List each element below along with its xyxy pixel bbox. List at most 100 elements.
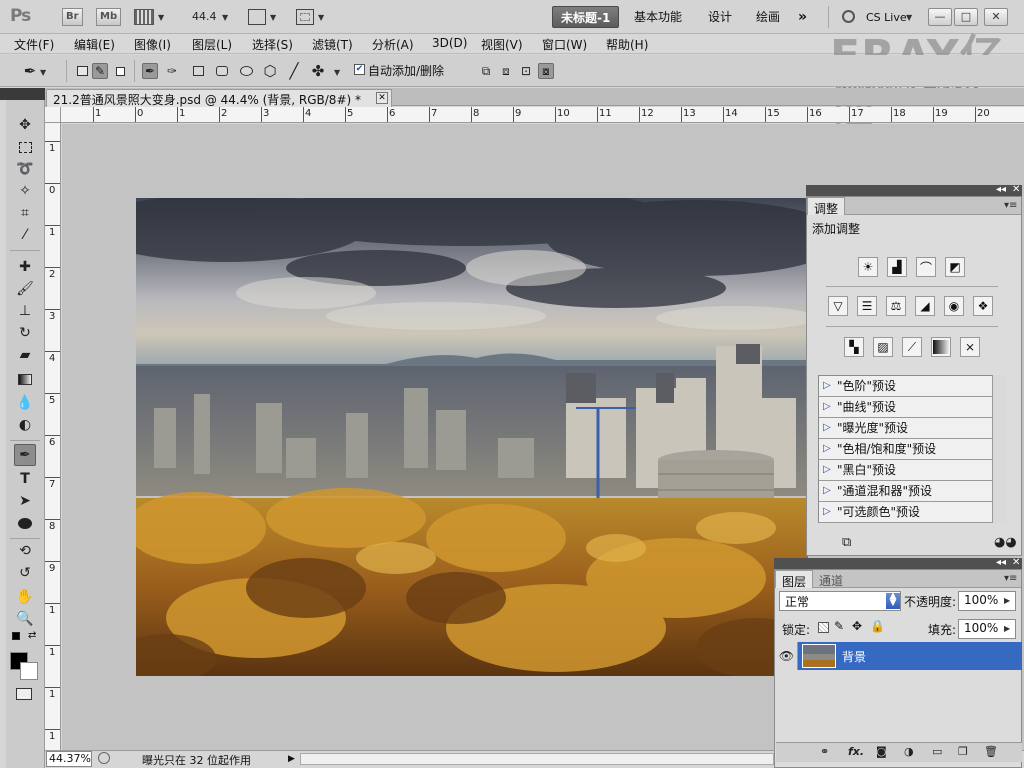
panel-menu-icon[interactable]: ▾≡ bbox=[1004, 200, 1017, 211]
minibridge-button[interactable]: Mb bbox=[96, 8, 122, 26]
menu-layer[interactable]: 图层(L) bbox=[192, 36, 232, 53]
status-menu-arrow-icon[interactable]: ▶ bbox=[288, 751, 298, 767]
toolbar-header[interactable] bbox=[0, 88, 45, 100]
history-brush-tool-icon[interactable]: ↻ bbox=[14, 322, 36, 344]
delete-layer-icon[interactable]: 🗑 bbox=[984, 745, 998, 758]
posterize-icon[interactable]: ▨ bbox=[873, 337, 893, 357]
link-layers-icon[interactable]: ⚭ bbox=[820, 745, 829, 758]
levels-icon[interactable]: ▟ bbox=[887, 257, 907, 277]
menu-edit[interactable]: 编辑(E) bbox=[74, 36, 115, 53]
eraser-tool-icon[interactable]: ▰ bbox=[14, 344, 36, 366]
workspace-painting-button[interactable]: 绘画 bbox=[748, 6, 788, 28]
horizontal-scrollbar[interactable] bbox=[300, 753, 774, 765]
rectangle-shape-icon[interactable] bbox=[190, 63, 206, 79]
spot-healing-tool-icon[interactable]: ✚ bbox=[14, 256, 36, 278]
hand-tool-icon[interactable]: ✋ bbox=[14, 586, 36, 608]
cs-live-dropdown-icon[interactable]: ▼ bbox=[906, 13, 912, 22]
layers-menu-icon[interactable]: ▾≡ bbox=[1004, 573, 1017, 584]
minimize-button[interactable]: — bbox=[928, 8, 952, 26]
menu-select[interactable]: 选择(S) bbox=[252, 36, 293, 53]
line-shape-icon[interactable]: ╱ bbox=[286, 62, 302, 80]
path-exclude-icon[interactable]: ⧇ bbox=[538, 63, 554, 79]
pen-tool-icon[interactable]: ✒ bbox=[14, 444, 36, 466]
3d-orbit-tool-icon[interactable]: ↺ bbox=[14, 562, 36, 584]
crop-tool-icon[interactable]: ⌗ bbox=[14, 202, 36, 224]
ruler-origin[interactable] bbox=[45, 107, 61, 123]
threshold-icon[interactable]: ⟋ bbox=[902, 337, 922, 357]
workspace-essentials-button[interactable]: 基本功能 bbox=[626, 6, 690, 28]
gradient-tool-icon[interactable] bbox=[14, 368, 36, 390]
pen-tool-option-icon[interactable]: ✒ bbox=[142, 63, 158, 79]
tab-layers[interactable]: 图层 bbox=[775, 570, 814, 589]
close-layers-icon[interactable]: ✕ bbox=[1012, 557, 1020, 568]
black-white-icon[interactable]: ◢ bbox=[915, 296, 935, 316]
opacity-slider-arrow-icon[interactable]: ▶ bbox=[1004, 596, 1010, 605]
cs-live-icon[interactable] bbox=[842, 10, 855, 23]
ellipse-shape-icon[interactable] bbox=[238, 63, 254, 79]
adjustments-panel-titlebar[interactable] bbox=[806, 185, 1022, 196]
dodge-tool-icon[interactable]: ◐ bbox=[14, 414, 36, 436]
lock-all-icon[interactable]: 🔒 bbox=[870, 619, 885, 633]
expanded-view-icon[interactable]: ⧉ bbox=[842, 535, 851, 550]
new-group-icon[interactable]: ▭ bbox=[932, 745, 942, 758]
menu-3d[interactable]: 3D(D) bbox=[432, 36, 467, 50]
menu-image[interactable]: 图像(I) bbox=[134, 36, 171, 53]
preset-black-white[interactable]: "黑白"预设 bbox=[819, 460, 993, 481]
status-info-icon[interactable] bbox=[98, 752, 110, 764]
ellipse-tool-icon[interactable] bbox=[14, 512, 36, 534]
lock-transparent-icon[interactable] bbox=[818, 622, 829, 633]
lock-pixels-icon[interactable]: ✎ bbox=[834, 619, 844, 633]
preset-channel-mixer[interactable]: "通道混和器"预设 bbox=[819, 481, 993, 502]
preset-hue-saturation[interactable]: "色相/饱和度"预设 bbox=[819, 439, 993, 460]
document-canvas-photo[interactable] bbox=[136, 198, 808, 676]
blend-mode-spinner-icon[interactable]: ▲ ▼ bbox=[886, 592, 900, 609]
collapse-panels-icon[interactable]: ◂◂ bbox=[996, 184, 1006, 195]
menu-file[interactable]: 文件(F) bbox=[14, 36, 54, 53]
preset-selective-color[interactable]: "可选颜色"预设 bbox=[819, 502, 993, 523]
vibrance-icon[interactable]: ▽ bbox=[828, 296, 848, 316]
hue-saturation-icon[interactable]: ☰ bbox=[857, 296, 877, 316]
eyedropper-tool-icon[interactable]: ⁄ bbox=[14, 224, 36, 246]
new-adjustment-layer-icon[interactable]: ◑ bbox=[904, 745, 914, 758]
presets-scrollbar[interactable] bbox=[992, 375, 1006, 523]
marquee-tool-icon[interactable] bbox=[14, 136, 36, 158]
tab-channels[interactable]: 通道 bbox=[813, 570, 849, 588]
freeform-pen-option-icon[interactable]: ✑ bbox=[164, 63, 180, 79]
color-balance-icon[interactable]: ⚖ bbox=[886, 296, 906, 316]
polygon-shape-icon[interactable]: ⬡ bbox=[262, 62, 278, 80]
preset-levels[interactable]: "色阶"预设 bbox=[819, 376, 993, 397]
channel-mixer-icon[interactable]: ❖ bbox=[973, 296, 993, 316]
preset-dropdown-icon[interactable]: ▼ bbox=[40, 68, 46, 77]
type-tool-icon[interactable]: T bbox=[14, 468, 36, 490]
move-tool-icon[interactable]: ✥ bbox=[14, 114, 36, 136]
exposure-icon[interactable]: ◩ bbox=[945, 257, 965, 277]
invert-icon[interactable]: ▚ bbox=[844, 337, 864, 357]
curves-icon[interactable]: ⌒ bbox=[916, 257, 936, 277]
quick-selection-tool-icon[interactable]: ✧ bbox=[14, 180, 36, 202]
swap-colors-icon[interactable]: ⇄ bbox=[28, 630, 36, 641]
path-selection-tool-icon[interactable]: ➤ bbox=[14, 490, 36, 512]
cs-live-label[interactable]: CS Live bbox=[866, 11, 907, 24]
zoom-level-field[interactable]: 44.4 bbox=[192, 10, 217, 23]
layers-panel-titlebar[interactable] bbox=[774, 558, 1022, 569]
brightness-contrast-icon[interactable]: ☀ bbox=[858, 257, 878, 277]
fill-pixels-icon[interactable] bbox=[112, 63, 128, 79]
new-layer-icon[interactable]: ❐ bbox=[958, 745, 968, 758]
zoom-tool-icon[interactable]: 🔍 bbox=[14, 608, 36, 630]
path-subtract-icon[interactable]: ⧈ bbox=[498, 63, 514, 79]
lasso-tool-icon[interactable]: ➰ bbox=[14, 158, 36, 180]
rounded-rectangle-shape-icon[interactable] bbox=[214, 63, 230, 79]
preset-exposure[interactable]: "曝光度"预设 bbox=[819, 418, 993, 439]
brush-tool-icon[interactable]: 🖌 bbox=[14, 278, 36, 300]
tab-adjustments[interactable]: 调整 bbox=[807, 197, 846, 216]
path-add-icon[interactable]: ⧉ bbox=[478, 63, 494, 79]
screen-mode-icon[interactable] bbox=[296, 9, 314, 25]
maximize-button[interactable]: □ bbox=[954, 8, 978, 26]
close-panel-icon[interactable]: ✕ bbox=[1012, 184, 1020, 195]
workspace-untitled-button[interactable]: 未标题-1 bbox=[552, 6, 620, 28]
geometry-options-dropdown-icon[interactable]: ▼ bbox=[334, 68, 340, 77]
close-document-icon[interactable]: ✕ bbox=[376, 92, 388, 104]
background-color-swatch[interactable] bbox=[20, 662, 38, 680]
clone-stamp-tool-icon[interactable]: ⊥ bbox=[14, 300, 36, 322]
auto-add-delete-checkbox[interactable]: ✔ bbox=[354, 64, 365, 75]
